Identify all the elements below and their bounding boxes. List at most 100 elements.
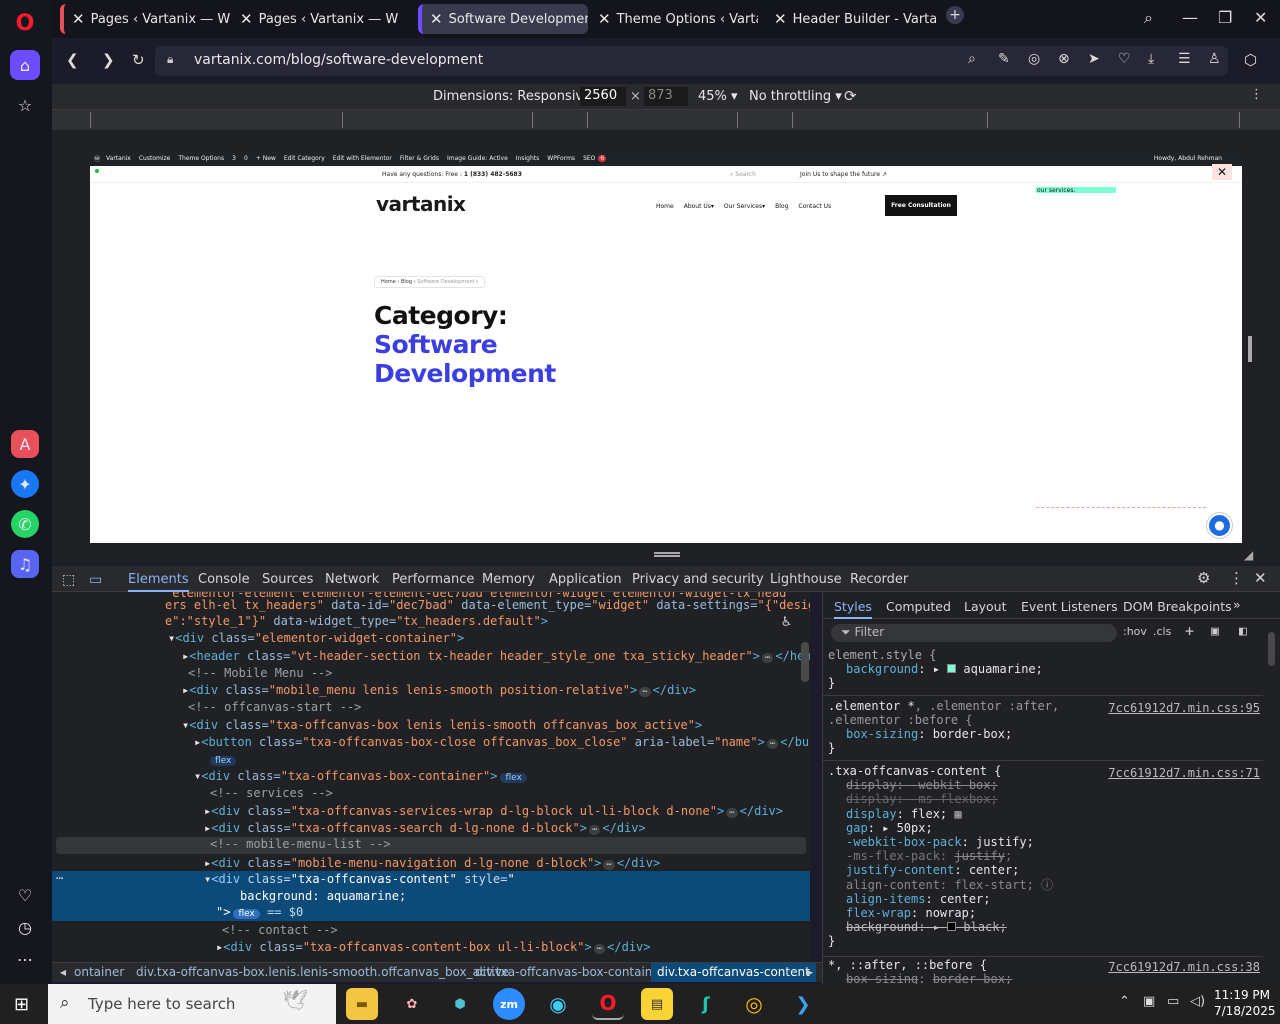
whatsapp-icon[interactable]: ✆: [11, 510, 39, 538]
music-icon[interactable]: ♫: [11, 550, 39, 578]
tab-pages-2[interactable]: ✕ Pages ‹ Vartanix — WordP: [232, 4, 398, 34]
cls-toggle[interactable]: .cls: [1153, 625, 1171, 638]
edge-app-icon[interactable]: ◉: [542, 988, 574, 1020]
rule-element-style[interactable]: element.style { background: ▸ aquamarine…: [828, 648, 1268, 690]
chat-icon[interactable]: ●: [1207, 513, 1232, 538]
adminbar-edit-category[interactable]: Edit Category: [284, 155, 325, 162]
rotate-icon[interactable]: ⟳: [844, 87, 857, 105]
adminbar-site[interactable]: Vartanix: [106, 155, 131, 162]
new-tab-button[interactable]: +: [946, 6, 964, 24]
send-icon[interactable]: ➤: [1088, 51, 1100, 67]
history-icon[interactable]: ◷: [10, 912, 40, 942]
adminbar-customize[interactable]: Customize: [139, 155, 171, 162]
tab-console[interactable]: Console: [198, 572, 250, 587]
home-icon[interactable]: ⌂: [10, 50, 40, 80]
adminbar-insights[interactable]: Insights: [516, 155, 539, 162]
property-value[interactable]: aquamarine;: [963, 662, 1042, 676]
rule-offcanvas-content[interactable]: .txa-offcanvas-content { display: -webki…: [828, 764, 1268, 949]
tab-styles[interactable]: Styles: [834, 599, 872, 619]
dom-line[interactable]: ers elh-el tx_headers" data-id="dec7bad"…: [165, 598, 810, 612]
forward-icon[interactable]: ❯: [102, 51, 115, 69]
styles-filter-input[interactable]: ⏷ Filter: [831, 624, 1117, 642]
dom-line[interactable]: ▸<div class="txa-offcanvas-content-box u…: [216, 940, 651, 954]
tray-chevron-icon[interactable]: ⌃: [1119, 994, 1130, 1009]
volume-icon[interactable]: ◁): [1190, 994, 1205, 1009]
decl-overridden[interactable]: display: -ms-flexbox;: [846, 792, 1268, 806]
height-input[interactable]: 873: [644, 87, 688, 106]
elements-tree[interactable]: "elementor-element elementor-element-dec…: [52, 592, 810, 962]
color-swatch-icon[interactable]: [947, 664, 957, 673]
node-more-icon[interactable]: ⋯: [56, 871, 63, 885]
close-window-icon[interactable]: ✕: [1254, 8, 1267, 27]
breadcrumb-item[interactable]: ontainer: [74, 965, 124, 979]
more-tabs-icon[interactable]: »: [1233, 597, 1241, 612]
maximize-icon[interactable]: ❐: [1218, 8, 1232, 27]
dom-comment[interactable]: <!-- offcanvas-start -->: [188, 700, 361, 714]
adminbar-comments[interactable]: 0: [244, 155, 248, 162]
sticky-notes-icon[interactable]: ▤: [641, 988, 673, 1020]
settings-gear-icon[interactable]: ⚙: [1197, 569, 1210, 587]
tab-dom-breakpoints[interactable]: DOM Breakpoints: [1123, 599, 1232, 614]
throttling-select[interactable]: No throttling ▾: [749, 89, 842, 104]
network-icon[interactable]: ▭: [1167, 994, 1179, 1009]
decl-gap[interactable]: gap: ▸ 50px;: [846, 821, 1268, 835]
star-icon[interactable]: ☆: [10, 90, 40, 120]
dom-line[interactable]: ▸<header class="vt-header-section tx-hea…: [182, 649, 810, 663]
adminbar-new[interactable]: + New: [256, 155, 276, 162]
breadcrumb-item-current[interactable]: div.txa-offcanvas-content: [651, 963, 816, 982]
tab-privacy[interactable]: Privacy and security: [632, 572, 764, 587]
resize-handle-right[interactable]: [1248, 336, 1252, 362]
devtools-close-icon[interactable]: ✕: [1254, 569, 1267, 587]
decl-ms-pack[interactable]: -ms-flex-pack: justify;: [846, 849, 1268, 863]
easy-setup-icon[interactable]: ☰: [1178, 51, 1191, 67]
site-logo[interactable]: vartanix: [376, 192, 466, 216]
aria-icon[interactable]: A: [11, 430, 39, 458]
adminbar-filter-grids[interactable]: Filter & Grids: [400, 155, 439, 162]
breadcrumb-blog[interactable]: Blog: [401, 279, 412, 285]
tab-event-listeners[interactable]: Event Listeners: [1021, 599, 1118, 614]
download-icon[interactable]: ⤓: [1148, 51, 1154, 67]
hov-toggle[interactable]: :hov: [1123, 625, 1147, 638]
accessibility-icon[interactable]: ♿︎: [782, 612, 791, 630]
nav-services[interactable]: Our Services▾: [724, 203, 765, 210]
adminbar-seo[interactable]: SEO: [583, 155, 595, 162]
tab-software-development[interactable]: ✕ Software Development - V: [418, 4, 588, 34]
nav-about[interactable]: About Us▾: [684, 203, 714, 210]
dom-line[interactable]: ▸<div class="mobile-menu-navigation d-lg…: [204, 856, 660, 870]
adminbar-theme-options[interactable]: Theme Options: [178, 155, 224, 162]
adminbar-elementor[interactable]: Edit with Elementor: [333, 155, 392, 162]
minimize-icon[interactable]: —: [1182, 8, 1198, 27]
breadcrumb-home[interactable]: Home: [381, 279, 396, 285]
clock[interactable]: 11:19 PM 7/18/2025: [1214, 987, 1276, 1019]
rule-source-link[interactable]: 7cc61912d7.min.css:95: [1108, 701, 1260, 715]
dom-line[interactable]: ▸<div class="txa-offcanvas-search d-lg-n…: [204, 821, 646, 835]
nav-blog[interactable]: Blog: [775, 203, 788, 210]
rule-source-link[interactable]: 7cc61912d7.min.css:71: [1108, 766, 1260, 780]
tab-memory[interactable]: Memory: [482, 572, 535, 587]
inspect-element-icon[interactable]: ⬚: [62, 572, 75, 588]
reload-icon[interactable]: ↻: [132, 51, 145, 69]
dom-line[interactable]: e":"style_1"}" data-widget_type="tx_head…: [165, 614, 548, 628]
decl-overridden[interactable]: display: -webkit-box;: [846, 778, 1268, 792]
extensions-icon[interactable]: ⬡: [1244, 51, 1257, 69]
nav-contact[interactable]: Contact Us: [798, 203, 831, 210]
topbar-join-link[interactable]: Join Us to shape the future ↗: [800, 171, 887, 178]
tab-application[interactable]: Application: [549, 572, 622, 587]
opera-logo-icon[interactable]: O: [10, 8, 40, 38]
rule-source-link[interactable]: 7cc61912d7.min.css:38: [1108, 960, 1260, 974]
wordpress-icon[interactable]: Ⓦ: [94, 154, 100, 163]
chrome-app-icon[interactable]: ◎: [738, 988, 770, 1020]
property-name[interactable]: box-sizing: [846, 727, 918, 741]
opera-app-icon[interactable]: O: [592, 988, 624, 1020]
hexagon-app-icon[interactable]: ⬢: [444, 988, 476, 1020]
flex-badge[interactable]: flex: [207, 752, 237, 766]
tab-sources[interactable]: Sources: [262, 572, 313, 587]
edit-icon[interactable]: ✎: [998, 51, 1010, 67]
adminbar-updates[interactable]: 3: [232, 155, 236, 162]
sidebar-toggle-icon[interactable]: ◧: [1239, 624, 1247, 639]
script-app-icon[interactable]: ʃ: [690, 988, 722, 1020]
adminbar-wpforms[interactable]: WPForms: [547, 155, 575, 162]
topbar-search[interactable]: ⌕ Search: [730, 171, 756, 179]
paint-icon[interactable]: ▣: [1211, 624, 1219, 639]
tab-recorder[interactable]: Recorder: [850, 572, 908, 587]
